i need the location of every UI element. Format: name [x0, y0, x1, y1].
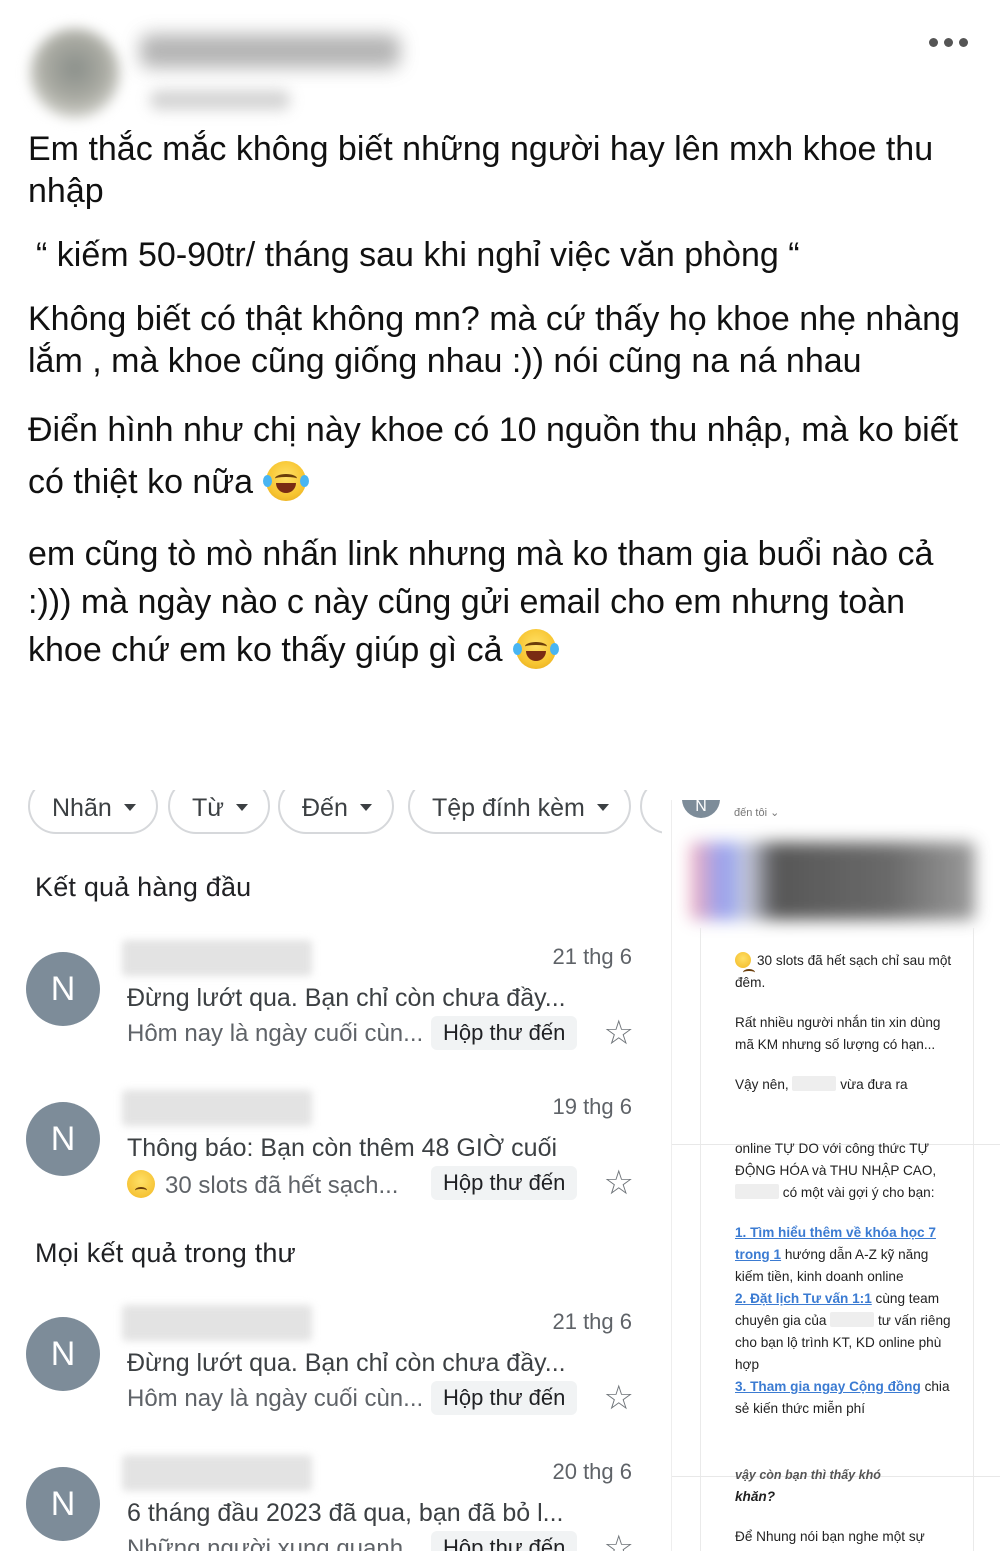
laughing-tears-icon: [263, 461, 310, 501]
email-content-continued: online TỰ DO với công thức TỰ ĐỘNG HÓA v…: [735, 1138, 955, 1420]
email-line: 30 slots đã hết sạch chỉ sau một đêm.: [735, 950, 955, 994]
gmail-search-screenshot: Nhãn Từ Đến Tệp đính kèm Kết quả hàng đầ…: [0, 790, 662, 1551]
chevron-down-icon: [236, 804, 249, 811]
star-icon[interactable]: ☆: [604, 1014, 634, 1052]
sender-name-blurred: [122, 940, 312, 976]
sender-avatar: N: [26, 1467, 100, 1541]
sender-avatar: N: [682, 800, 720, 818]
email-subject: Đừng lướt qua. Bạn chỉ còn chưa đầy...: [127, 1349, 566, 1377]
redacted-name: [735, 1184, 779, 1199]
post-paragraph: Em thắc mắc không biết những người hay l…: [28, 130, 934, 210]
email-date: 21 thg 6: [552, 1309, 632, 1334]
email-row[interactable]: N 20 thg 6 6 tháng đầu 2023 đã qua, bạn …: [26, 1455, 636, 1551]
email-subject: Đừng lướt qua. Bạn chỉ còn chưa đầy...: [127, 984, 566, 1012]
consult-link[interactable]: 2. Đặt lịch Tư vấn 1:1: [735, 1291, 872, 1306]
sender-name-blurred: [122, 1305, 312, 1341]
inbox-label: Hộp thư đến: [431, 1016, 578, 1050]
author-avatar[interactable]: [30, 28, 120, 118]
email-line: Vậy nên, vừa đưa ra: [735, 1074, 955, 1096]
email-line: online TỰ DO với công thức TỰ ĐỘNG HÓA v…: [735, 1138, 955, 1204]
chip-to[interactable]: Đến: [278, 790, 394, 834]
email-header: N đến tôi ⌄: [672, 800, 1000, 830]
email-text: vừa đưa ra: [840, 1077, 908, 1092]
sender-avatar: N: [26, 1317, 100, 1391]
chip-text: Tệp đính kèm: [432, 794, 585, 822]
redacted-name: [830, 1312, 875, 1327]
post-paragraph-with-emoji: Điển hình như chị này khoe có 10 nguồn t…: [28, 404, 978, 508]
chip-label[interactable]: Nhãn: [28, 790, 158, 834]
inbox-label: Hộp thư đến: [431, 1531, 578, 1551]
chevron-down-icon: [359, 804, 372, 811]
email-date: 21 thg 6: [552, 944, 632, 969]
chip-text: Nhãn: [52, 794, 112, 822]
email-snippet: 30 slots đã hết sạch...: [165, 1172, 399, 1199]
laughing-tears-icon: [512, 629, 559, 669]
post-paragraph-with-emoji: em cũng tò mò nhấn link nhưng mà ko tham…: [28, 530, 978, 674]
email-snippet: Hôm nay là ngày cuối cùn...: [127, 1385, 424, 1412]
email-line: vậy còn bạn thì thấy khó: [735, 1468, 881, 1482]
chip-attachment[interactable]: Tệp đính kèm: [408, 790, 631, 834]
section-title-all-results: Mọi kết quả trong thư: [35, 1238, 296, 1268]
inbox-label: Hộp thư đến: [431, 1166, 578, 1200]
author-name-blurred[interactable]: [140, 34, 400, 68]
email-date: 20 thg 6: [552, 1459, 632, 1484]
email-row[interactable]: N 21 thg 6 Đừng lướt qua. Bạn chỉ còn ch…: [26, 940, 636, 1080]
email-content: 30 slots đã hết sạch chỉ sau một đêm. Rấ…: [735, 950, 955, 1096]
email-snippet: Những người xung quanh: [127, 1535, 404, 1551]
post-paragraph: Không biết có thật không mn? mà cứ thấy …: [28, 300, 960, 380]
email-date: 19 thg 6: [552, 1094, 632, 1119]
recipient-toggle[interactable]: đến tôi ⌄: [734, 806, 779, 819]
email-list-item: 2. Đặt lịch Tư vấn 1:1 cùng team chuyên …: [735, 1288, 955, 1376]
email-text: Vậy nên,: [735, 1077, 789, 1092]
email-text: online TỰ DO với công thức TỰ ĐỘNG HÓA v…: [735, 1141, 937, 1178]
chip-text: Từ: [192, 794, 225, 822]
post-body: Em thắc mắc không biết những người hay l…: [28, 128, 978, 674]
email-text: 30 slots đã hết sạch chỉ sau một đêm.: [735, 953, 952, 990]
email-line: Rất nhiều người nhắn tin xin dùng mã KM …: [735, 1015, 941, 1052]
email-line: khăn?: [735, 1489, 776, 1504]
chip-more[interactable]: [640, 790, 662, 834]
more-options-icon[interactable]: [929, 38, 968, 47]
email-row[interactable]: N 21 thg 6 Đừng lướt qua. Bạn chỉ còn ch…: [26, 1305, 636, 1445]
community-link[interactable]: 3. Tham gia ngay Cộng đồng: [735, 1379, 921, 1394]
email-subject: 6 tháng đầu 2023 đã qua, bạn đã bỏ l...: [127, 1499, 564, 1527]
sender-name-blurred: [122, 1455, 312, 1491]
chevron-down-icon: [123, 804, 136, 811]
chip-text: Đến: [302, 794, 348, 822]
email-list-item: 3. Tham gia ngay Cộng đồng chia sẻ kiến …: [735, 1376, 955, 1420]
email-snippet: Hôm nay là ngày cuối cùn...: [127, 1020, 424, 1047]
chip-from[interactable]: Từ: [168, 790, 271, 834]
post-paragraph: em cũng tò mò nhấn link nhưng mà ko tham…: [28, 535, 934, 669]
inbox-label: Hộp thư đến: [431, 1381, 578, 1415]
email-line: Để Nhung nói bạn nghe một sự: [735, 1529, 925, 1544]
star-icon[interactable]: ☆: [604, 1529, 634, 1551]
sender-name-blurred: [122, 1090, 312, 1126]
email-content-continued: vậy còn bạn thì thấy khó khăn? Để Nhung …: [735, 1464, 955, 1548]
star-icon[interactable]: ☆: [604, 1164, 634, 1202]
post-header: [0, 0, 1000, 120]
post-paragraph: “ kiếm 50-90tr/ tháng sau khi nghỉ việc …: [36, 236, 800, 274]
redacted-name: [792, 1076, 837, 1091]
email-list-item: 1. Tìm hiểu thêm về khóa học 7 trong 1 h…: [735, 1222, 955, 1288]
sender-avatar: N: [26, 1102, 100, 1176]
sad-face-icon: [127, 1170, 155, 1198]
star-icon[interactable]: ☆: [604, 1379, 634, 1417]
email-body-screenshot: N đến tôi ⌄ 30 slots đã hết sạch chỉ sau…: [671, 800, 1000, 1551]
email-snippet-row: 30 slots đã hết sạch...: [127, 1170, 398, 1200]
email-row[interactable]: N 19 thg 6 Thông báo: Bạn còn thêm 48 GI…: [26, 1090, 636, 1230]
email-subject: Thông báo: Bạn còn thêm 48 GIỜ cuối: [127, 1134, 558, 1162]
post-meta-blurred: [150, 90, 290, 110]
chevron-down-icon: [596, 804, 609, 811]
sender-avatar: N: [26, 952, 100, 1026]
email-banner-blurred: [690, 842, 975, 920]
sad-face-icon: [735, 952, 755, 971]
filter-chips: Nhãn Từ Đến Tệp đính kèm: [28, 790, 662, 836]
post-paragraph: Điển hình như chị này khoe có 10 nguồn t…: [28, 411, 959, 501]
email-text: có một vài gợi ý cho bạn:: [782, 1185, 935, 1200]
section-title-top-results: Kết quả hàng đầu: [35, 872, 252, 902]
